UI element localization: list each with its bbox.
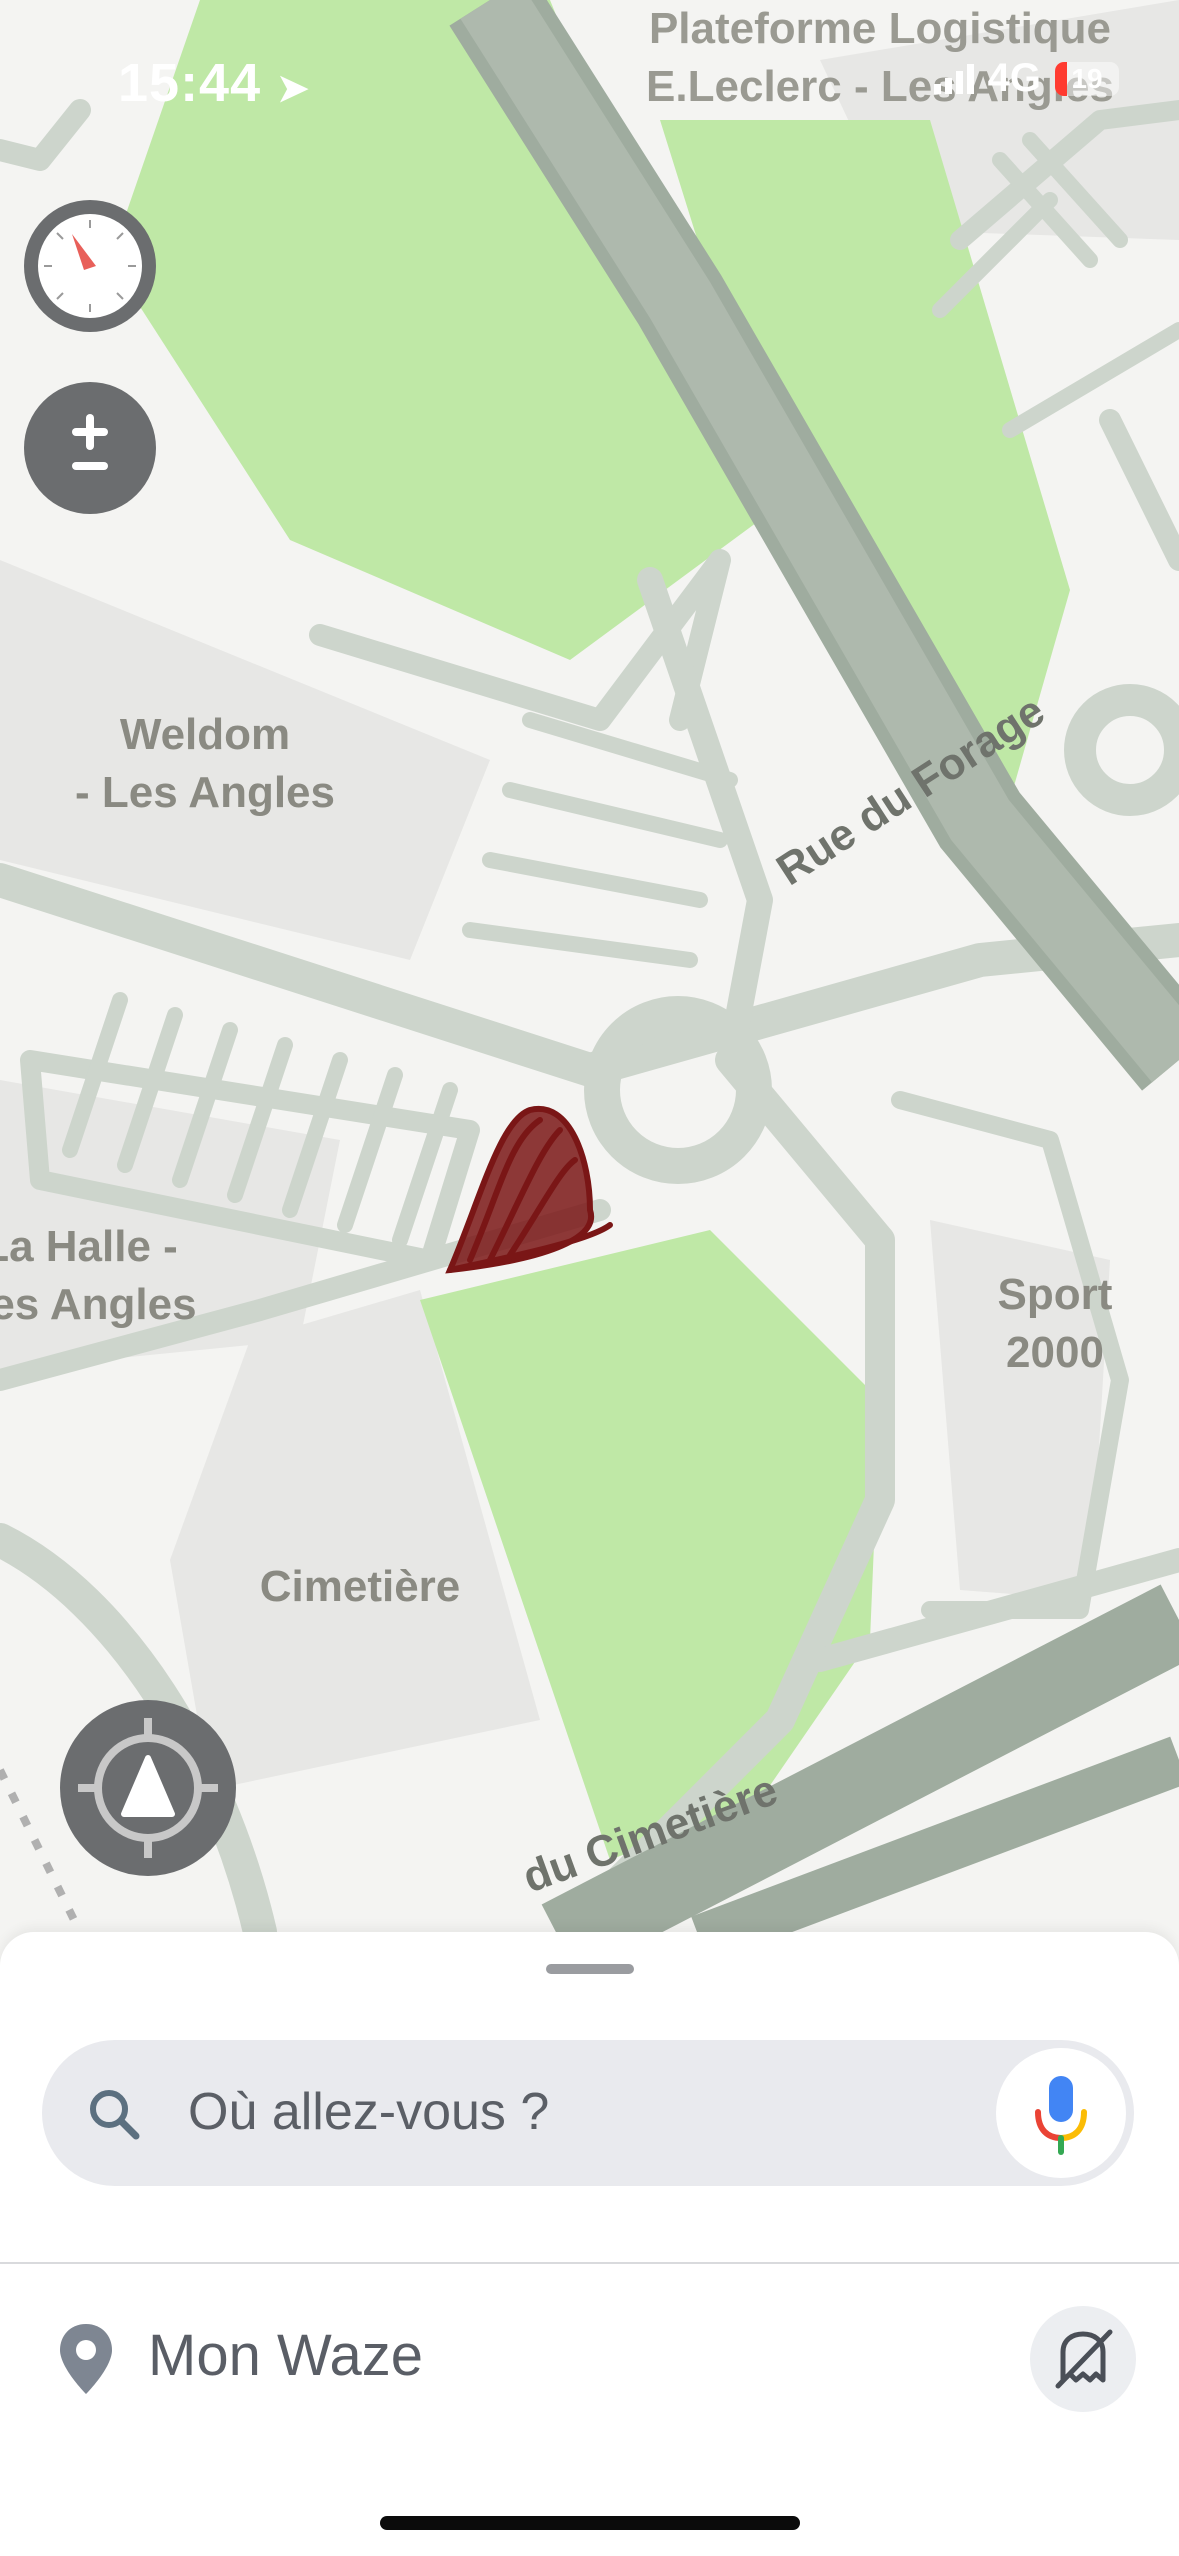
zoom-button[interactable] bbox=[24, 382, 156, 514]
signal-icon bbox=[933, 63, 974, 94]
poi-label-cimetiere: Cimetière bbox=[259, 1562, 461, 1611]
poi-label-weldom: Weldom - Les Angles bbox=[75, 710, 335, 817]
status-time: 15:44 ➤ bbox=[118, 52, 310, 114]
invisible-mode-button[interactable] bbox=[1030, 2306, 1136, 2412]
status-indicators: 4G 19 bbox=[933, 56, 1119, 101]
status-bar: 15:44 ➤ 4G 19 bbox=[0, 0, 1179, 150]
recenter-icon bbox=[78, 1718, 218, 1858]
recenter-button[interactable] bbox=[60, 1700, 236, 1876]
zoom-icon bbox=[72, 414, 108, 470]
voice-search-button[interactable] bbox=[996, 2048, 1126, 2178]
invisible-mode-icon bbox=[1055, 2329, 1113, 2389]
network-type: 4G bbox=[987, 56, 1041, 100]
search-placeholder[interactable]: Où allez-vous ? bbox=[188, 2082, 549, 2142]
sheet-divider bbox=[0, 2262, 1179, 2264]
poi-label-sport: Sport 2000 bbox=[997, 1270, 1113, 1377]
compass-button[interactable] bbox=[24, 200, 156, 332]
compass-icon bbox=[38, 214, 142, 318]
battery-level: 19 bbox=[1071, 62, 1103, 94]
time-text: 15:44 bbox=[118, 53, 262, 113]
bottom-sheet bbox=[0, 1932, 1179, 2556]
location-pin-icon bbox=[60, 2324, 112, 2394]
location-arrow-icon: ➤ bbox=[277, 68, 310, 110]
poi-label-halle: La Halle -Les Angles bbox=[0, 1222, 197, 1329]
search-icon bbox=[90, 2090, 140, 2140]
microphone-icon bbox=[1035, 2076, 1087, 2155]
sheet-grabber[interactable] bbox=[546, 1964, 634, 1974]
my-waze-link[interactable]: Mon Waze bbox=[148, 2322, 423, 2389]
home-indicator bbox=[380, 2516, 800, 2530]
battery-icon: 19 bbox=[1055, 61, 1119, 96]
